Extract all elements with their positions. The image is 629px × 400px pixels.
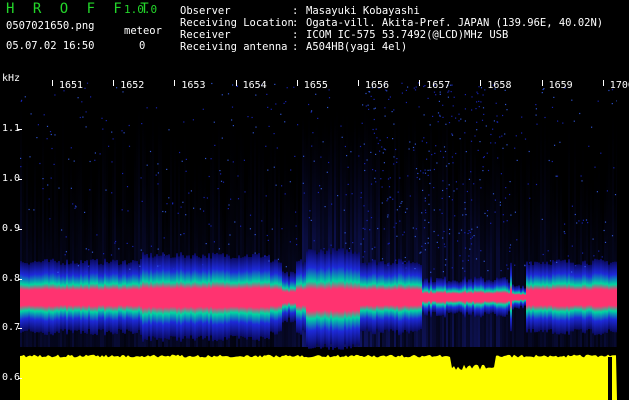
- x-tick-mark: [358, 80, 359, 86]
- observer-label: Observer: [180, 5, 231, 17]
- receiver-label: Receiver: [180, 29, 231, 41]
- x-tick-label: 1656: [365, 80, 390, 91]
- receiver-value: ICOM IC-575 53.7492(@LCD)MHz USB: [306, 29, 509, 41]
- x-tick-label: 1658: [487, 80, 512, 91]
- y-tick-mark: [18, 129, 22, 130]
- y-tick-mark: [18, 179, 22, 180]
- x-tick-label: 1651: [59, 80, 84, 91]
- x-tick-mark: [235, 80, 237, 86]
- receiver-separator: :: [292, 29, 299, 41]
- observer-separator: :: [292, 5, 299, 17]
- antenna-separator: :: [292, 41, 299, 53]
- meteor-count: 0: [139, 40, 146, 52]
- location-label: Receiving Location: [180, 17, 294, 29]
- x-tick-mark: [113, 80, 115, 86]
- y-tick-mark: [18, 378, 22, 379]
- x-tick-mark: [602, 80, 604, 86]
- location-value: Ogata-vill. Akita-Pref. JAPAN (139.96E, …: [306, 17, 604, 29]
- x-tick-label: 1653: [181, 80, 206, 91]
- y-tick-mark: [18, 279, 22, 280]
- y-axis-unit: kHz: [2, 73, 21, 84]
- filename: 0507021650.png: [6, 20, 95, 32]
- y-tick-mark: [18, 328, 22, 329]
- x-tick-label: 1700: [609, 80, 629, 91]
- x-tick-label: 1652: [120, 80, 145, 91]
- x-tick-mark: [174, 80, 176, 86]
- x-tick-mark: [296, 80, 298, 86]
- spectrogram: [20, 82, 617, 400]
- datetime: 05.07.02 16:50: [6, 40, 95, 52]
- y-tick-mark: [18, 229, 22, 230]
- observer-value: Masayuki Kobayashi: [306, 5, 420, 17]
- antenna-label: Receiving antenna: [180, 41, 288, 53]
- x-tick-mark: [419, 80, 421, 86]
- x-tick-mark: [541, 80, 543, 86]
- x-tick-mark: [480, 80, 482, 86]
- x-tick-label: 1655: [303, 80, 328, 91]
- x-tick-mark: [52, 80, 53, 86]
- x-tick-label: 1659: [548, 80, 573, 91]
- noise-floor: [20, 354, 617, 400]
- app-version: 1.0.0: [124, 3, 158, 16]
- x-tick-label: 1654: [242, 80, 267, 91]
- location-separator: :: [292, 17, 299, 29]
- antenna-value: A504HB(yagi 4el): [306, 41, 408, 53]
- meteor-label: meteor: [124, 25, 162, 37]
- x-tick-label: 1657: [426, 80, 451, 91]
